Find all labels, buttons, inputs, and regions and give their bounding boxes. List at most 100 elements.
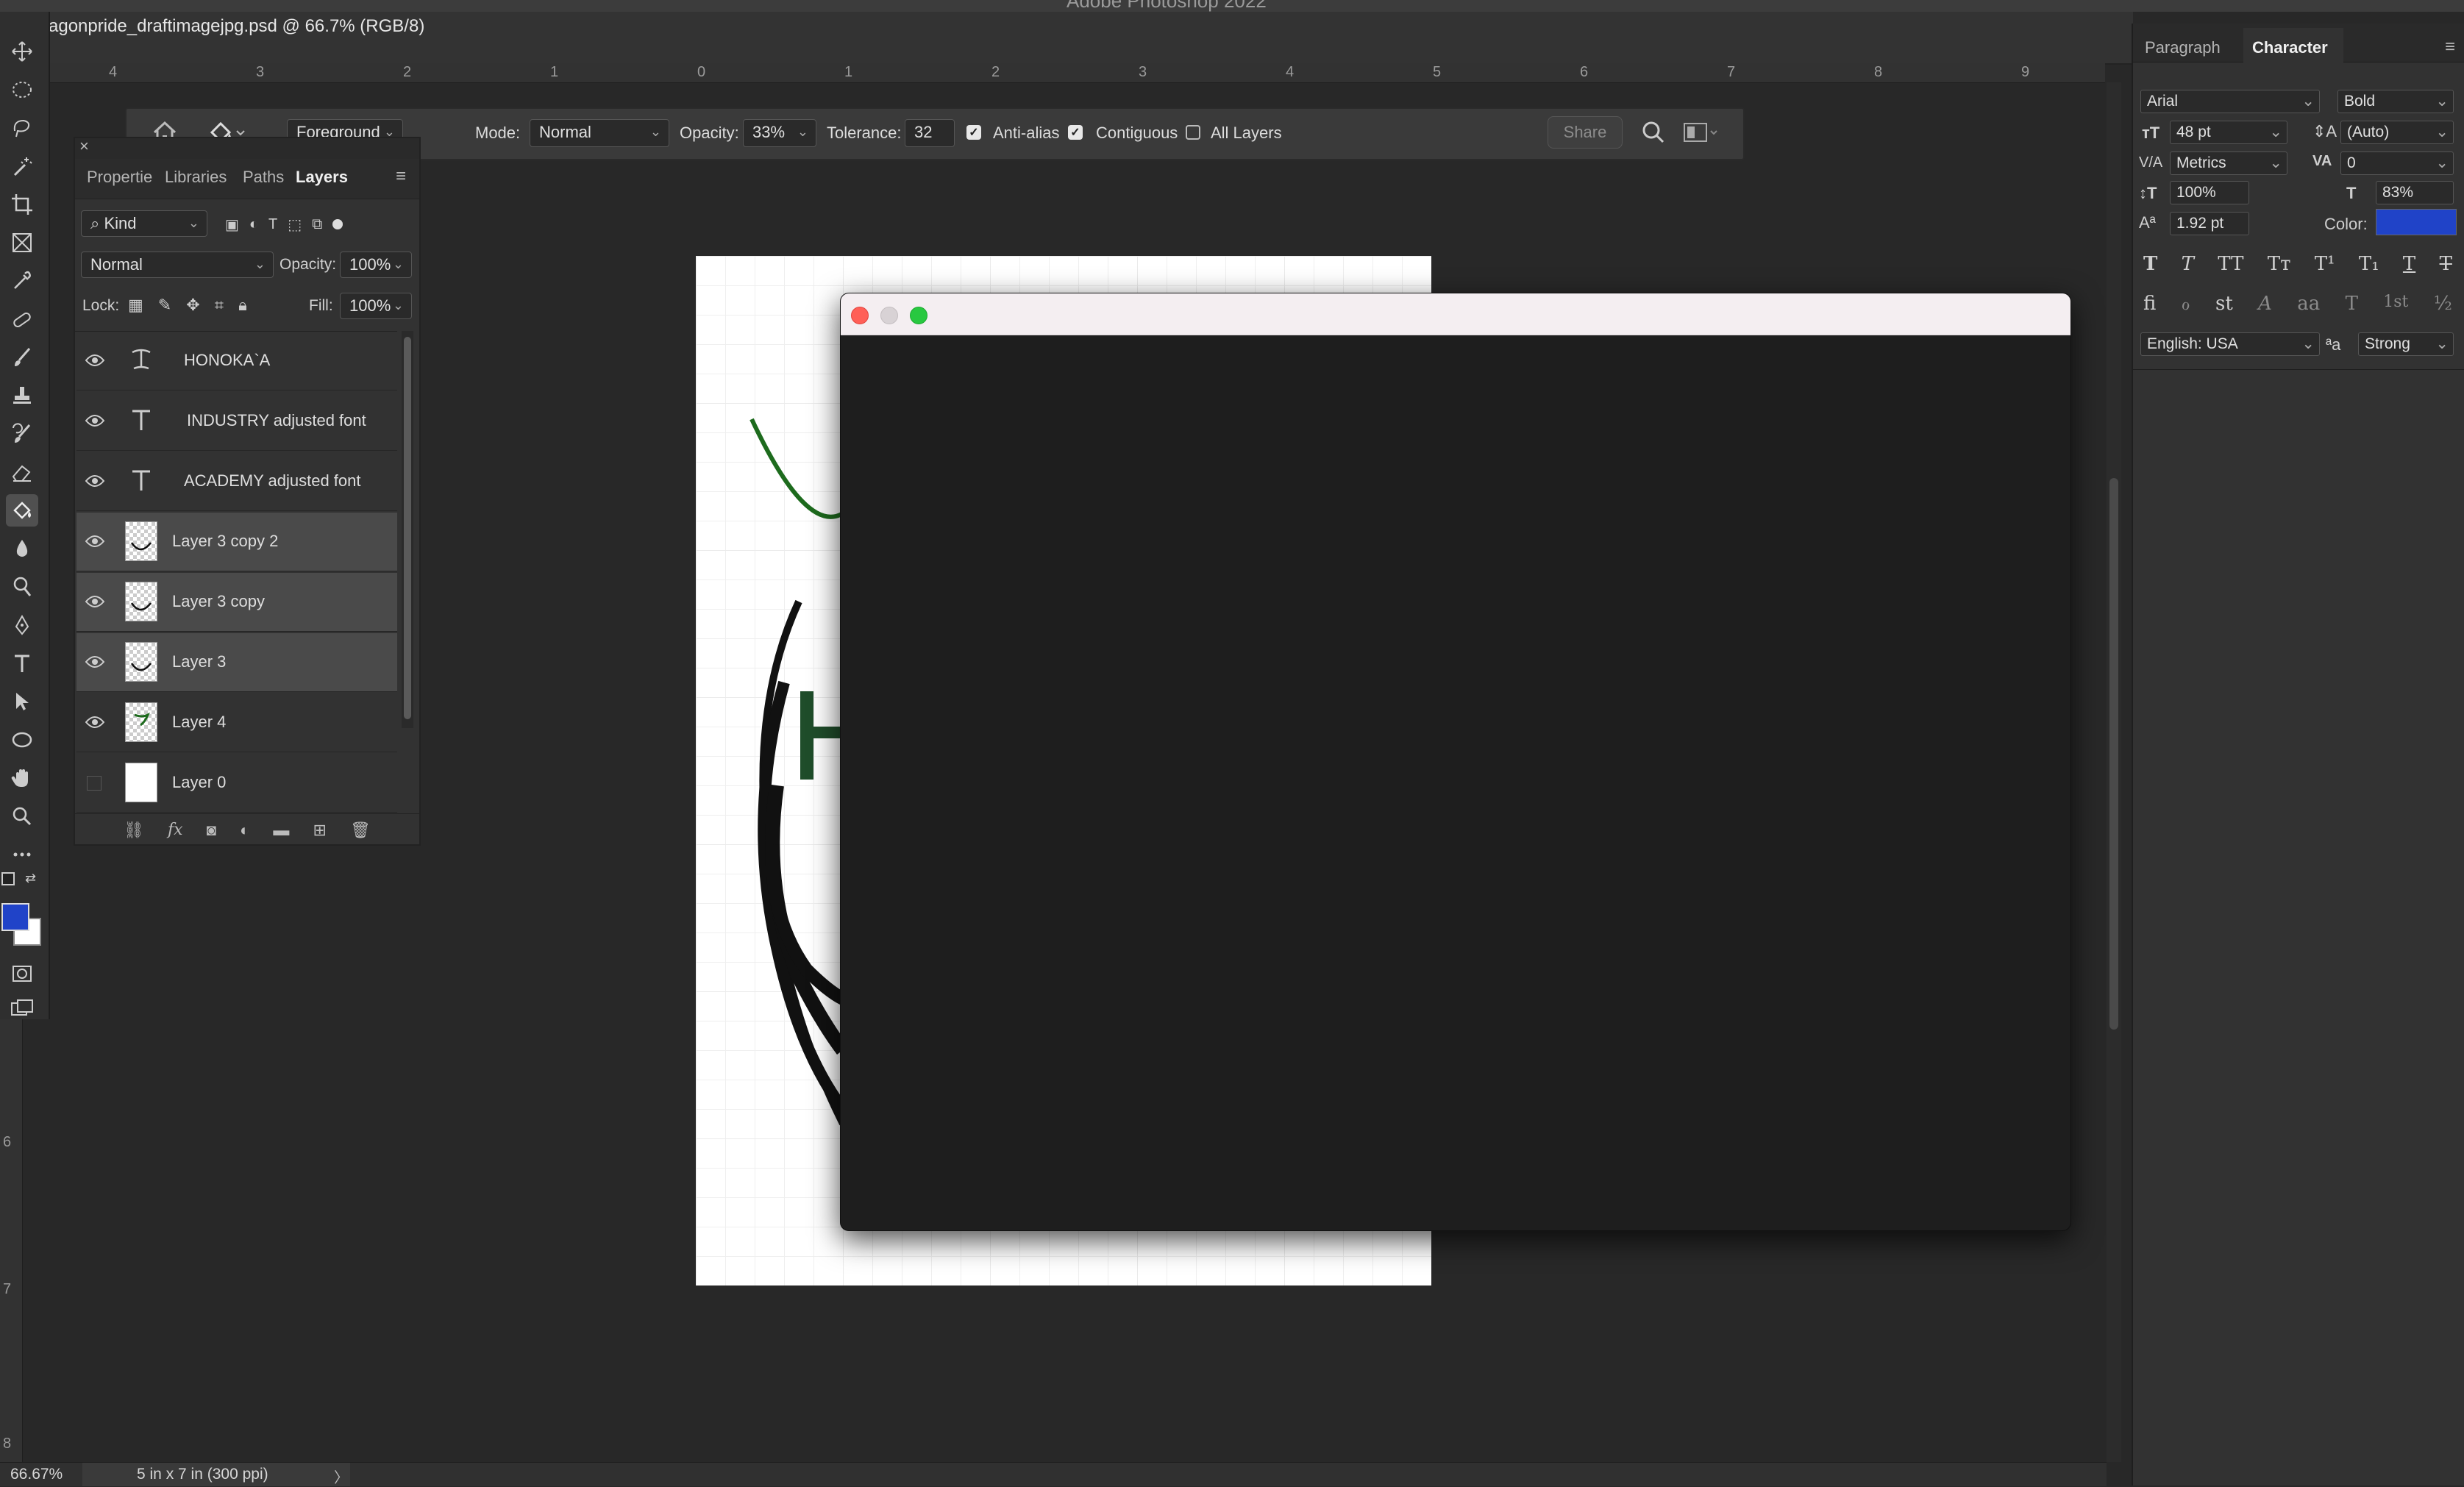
filter-pixel-icon[interactable]: ▣ <box>225 215 239 234</box>
language-dropdown[interactable]: English: USA ⌄ <box>2140 332 2320 356</box>
visibility-eye-icon[interactable] <box>85 714 104 730</box>
eraser-tool-icon[interactable] <box>6 456 38 488</box>
font-size-field[interactable]: 48 pt ⌄ <box>2170 121 2287 144</box>
hand-tool-icon[interactable] <box>6 762 38 794</box>
new-layer-icon[interactable]: ⊞ <box>313 821 326 840</box>
tab-paragraph[interactable]: Paragraph <box>2145 38 2221 57</box>
lock-artboard-icon[interactable]: ⌗ <box>215 296 224 315</box>
stylistic-alternates-button[interactable]: aa <box>2297 293 2320 315</box>
path-selection-tool-icon[interactable] <box>6 685 38 718</box>
visibility-toggle-off[interactable] <box>87 776 102 791</box>
text-color-swatch[interactable] <box>2376 209 2457 235</box>
magic-wand-tool-icon[interactable] <box>6 150 38 182</box>
faux-bold-button[interactable]: T <box>2143 253 2157 275</box>
layer-row-layer-4[interactable]: Layer 4 <box>76 693 397 752</box>
horizontal-ruler[interactable]: 4 3 2 1 0 1 2 3 4 5 6 7 8 9 <box>49 63 2105 83</box>
new-adjustment-layer-icon[interactable]: ◐ <box>240 821 249 840</box>
contiguous-checkbox[interactable]: ✓ <box>1068 125 1083 140</box>
frame-tool-icon[interactable] <box>6 227 38 259</box>
font-style-dropdown[interactable]: Bold ⌄ <box>2337 90 2454 113</box>
layer-row-layer-3-copy-2[interactable]: Layer 3 copy 2 <box>76 513 397 571</box>
baseline-shift-field[interactable]: 1.92 pt <box>2170 212 2249 235</box>
swap-colors-icon[interactable]: ⇄ <box>25 871 36 886</box>
brush-tool-icon[interactable] <box>6 341 38 374</box>
delete-layer-icon[interactable]: 🗑︎ <box>350 821 371 840</box>
fractions-button[interactable]: ½ <box>2434 293 2452 315</box>
filter-shape-icon[interactable]: ⬚ <box>288 215 302 234</box>
blur-tool-icon[interactable] <box>6 532 38 565</box>
lasso-tool-icon[interactable] <box>6 112 38 144</box>
visibility-eye-icon[interactable] <box>85 413 104 429</box>
search-icon[interactable] <box>1640 119 1667 149</box>
move-tool-icon[interactable] <box>6 35 38 68</box>
small-caps-button[interactable]: Tт <box>2268 253 2291 275</box>
pen-tool-icon[interactable] <box>6 609 38 641</box>
floating-window[interactable] <box>840 293 2071 1231</box>
eyedropper-tool-icon[interactable] <box>6 265 38 297</box>
layer-row-layer-3[interactable]: Layer 3 <box>76 633 397 692</box>
panel-menu-icon[interactable]: ≡ <box>2445 37 2455 57</box>
history-brush-tool-icon[interactable] <box>6 418 38 450</box>
share-button[interactable]: Share <box>1548 116 1623 149</box>
faux-italic-button[interactable]: T <box>2182 253 2194 275</box>
layer-effects-icon[interactable]: fx <box>168 821 183 839</box>
tracking-field[interactable]: 0 ⌄ <box>2340 151 2454 175</box>
layer-fill-field[interactable]: 100% ⌄ <box>340 293 412 319</box>
visibility-eye-icon[interactable] <box>85 473 104 489</box>
opacity-field[interactable]: 33% ⌄ <box>743 119 816 147</box>
mode-dropdown[interactable]: Normal ⌄ <box>530 119 669 147</box>
type-tool-icon[interactable] <box>6 647 38 680</box>
link-layers-icon[interactable]: ⛓︎ <box>124 821 144 840</box>
layer-opacity-field[interactable]: 100% ⌄ <box>340 252 412 278</box>
visibility-eye-icon[interactable] <box>85 593 104 610</box>
crop-tool-icon[interactable] <box>6 188 38 221</box>
close-panel-icon[interactable]: × <box>79 137 89 156</box>
strikethrough-button[interactable]: T <box>2440 253 2452 275</box>
filter-type-icon[interactable]: T <box>268 216 277 233</box>
document-tab[interactable]: agonpride_draftimagejpg.psd @ 66.7% (RGB… <box>49 16 424 37</box>
visibility-eye-icon[interactable] <box>85 654 104 670</box>
foreground-color-swatch[interactable] <box>1 903 29 931</box>
layer-row-layer-0[interactable]: Layer 0 <box>76 754 397 813</box>
maximize-window-button[interactable] <box>910 307 927 324</box>
tolerance-field[interactable]: 32 <box>905 119 955 147</box>
marquee-tool-icon[interactable] <box>6 74 38 106</box>
quick-mask-icon[interactable] <box>6 958 38 990</box>
leading-field[interactable]: (Auto) ⌄ <box>2340 121 2454 144</box>
all-caps-button[interactable]: TT <box>2218 253 2243 275</box>
titling-alternates-button[interactable]: T <box>2346 293 2358 315</box>
paint-bucket-tool-icon[interactable] <box>6 494 38 527</box>
lock-transparency-icon[interactable]: ▦ <box>128 296 143 315</box>
visibility-eye-icon[interactable] <box>85 533 104 549</box>
close-window-button[interactable] <box>851 307 869 324</box>
filter-toggle-icon[interactable] <box>332 219 343 229</box>
dodge-tool-icon[interactable] <box>6 571 38 603</box>
more-tools-icon[interactable] <box>6 838 38 871</box>
layer-row-academy[interactable]: ACADEMY adjusted font <box>76 452 397 511</box>
vertical-scroll-thumb[interactable] <box>2109 478 2118 1030</box>
subscript-button[interactable]: T₁ <box>2359 253 2379 275</box>
screen-mode-icon[interactable] <box>6 993 38 1025</box>
layer-row-industry[interactable]: INDUSTRY adjusted font <box>76 392 397 451</box>
all-layers-checkbox[interactable] <box>1186 125 1200 140</box>
tab-libraries[interactable]: Libraries <box>165 168 227 187</box>
layer-row-layer-3-copy[interactable]: Layer 3 copy <box>76 573 397 632</box>
healing-brush-tool-icon[interactable] <box>6 303 38 335</box>
floating-window-titlebar[interactable] <box>841 293 2070 335</box>
filter-kind-dropdown[interactable]: ⌕ Kind ⌄ <box>81 210 207 237</box>
add-mask-icon[interactable]: ◙ <box>207 821 216 840</box>
tab-layers[interactable]: Layers <box>296 168 348 187</box>
minimize-window-button[interactable] <box>880 307 898 324</box>
visibility-eye-icon[interactable] <box>85 352 104 368</box>
zoom-tool-icon[interactable] <box>6 800 38 832</box>
layer-list-scrollbar[interactable] <box>402 331 413 728</box>
workspace-icon[interactable] <box>1683 121 1718 148</box>
kerning-field[interactable]: Metrics ⌄ <box>2170 151 2287 175</box>
underline-button[interactable]: T <box>2403 253 2415 275</box>
layer-list-scroll-thumb[interactable] <box>404 337 411 719</box>
lock-position-icon[interactable]: ✥ <box>186 296 199 315</box>
filter-smart-object-icon[interactable]: ⧉ <box>312 216 322 233</box>
swash-button[interactable]: A <box>2258 293 2272 315</box>
font-family-dropdown[interactable]: Arial ⌄ <box>2140 90 2320 113</box>
new-group-icon[interactable]: ▬ <box>273 821 289 840</box>
